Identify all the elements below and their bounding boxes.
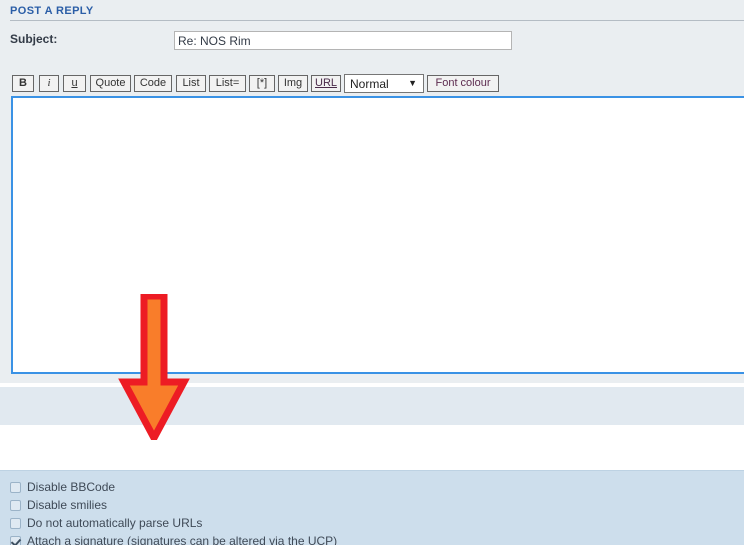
toolbar-button-code[interactable]: Code [134, 75, 172, 92]
font-size-select[interactable]: Normal ▼ [344, 74, 424, 93]
option-label-disable-bbcode: Disable BBCode [27, 480, 116, 494]
font-size-select-value: Normal [350, 77, 389, 91]
editor-footer-strip [0, 374, 744, 383]
post-reply-screen: POST A REPLY Subject: Normal ▼ Options U… [0, 0, 744, 545]
preview-submit-panel [0, 387, 744, 425]
subject-input[interactable] [174, 31, 512, 50]
option-label-no-parse-urls: Do not automatically parse URLs [27, 516, 203, 530]
option-row-no-parse-urls[interactable]: Do not automatically parse URLs [10, 514, 202, 532]
title-divider [10, 20, 744, 21]
header-bar [0, 0, 744, 22]
toolbar-button-list[interactable]: List [176, 75, 206, 92]
option-label-attach-signature: Attach a signature (signatures can be al… [27, 534, 338, 545]
toolbar-button-img[interactable]: Img [278, 75, 308, 92]
checkbox-no-parse-urls[interactable] [10, 517, 21, 529]
subject-label: Subject: [10, 32, 58, 46]
toolbar-button-quote[interactable]: Quote [90, 75, 131, 92]
toolbar-button-underline[interactable]: u [63, 75, 86, 92]
checkbox-disable-bbcode[interactable] [10, 481, 21, 493]
toolbar-button-font-colour[interactable]: Font colour [427, 75, 499, 92]
option-label-disable-smilies: Disable smilies [27, 498, 108, 512]
toolbar-button-list-item[interactable]: [*] [249, 75, 275, 92]
checkbox-attach-signature[interactable] [10, 535, 21, 545]
message-editor-wrapper [11, 96, 744, 374]
toolbar-button-url[interactable]: URL [311, 75, 341, 92]
option-row-disable-bbcode[interactable]: Disable BBCode [10, 478, 115, 496]
toolbar-button-list-eq[interactable]: List= [209, 75, 246, 92]
option-row-disable-smilies[interactable]: Disable smilies [10, 496, 107, 514]
page-title: POST A REPLY [10, 5, 94, 17]
option-row-attach-signature[interactable]: Attach a signature (signatures can be al… [10, 532, 337, 545]
spacer-strip-lower [0, 425, 744, 444]
toolbar-button-italic[interactable]: i [39, 75, 59, 92]
panel-tabs: Options Upload attachment [0, 444, 744, 471]
chevron-down-icon: ▼ [408, 78, 417, 88]
toolbar-button-bold[interactable]: B [12, 75, 34, 92]
message-textarea[interactable] [13, 98, 744, 372]
checkbox-disable-smilies[interactable] [10, 499, 21, 511]
